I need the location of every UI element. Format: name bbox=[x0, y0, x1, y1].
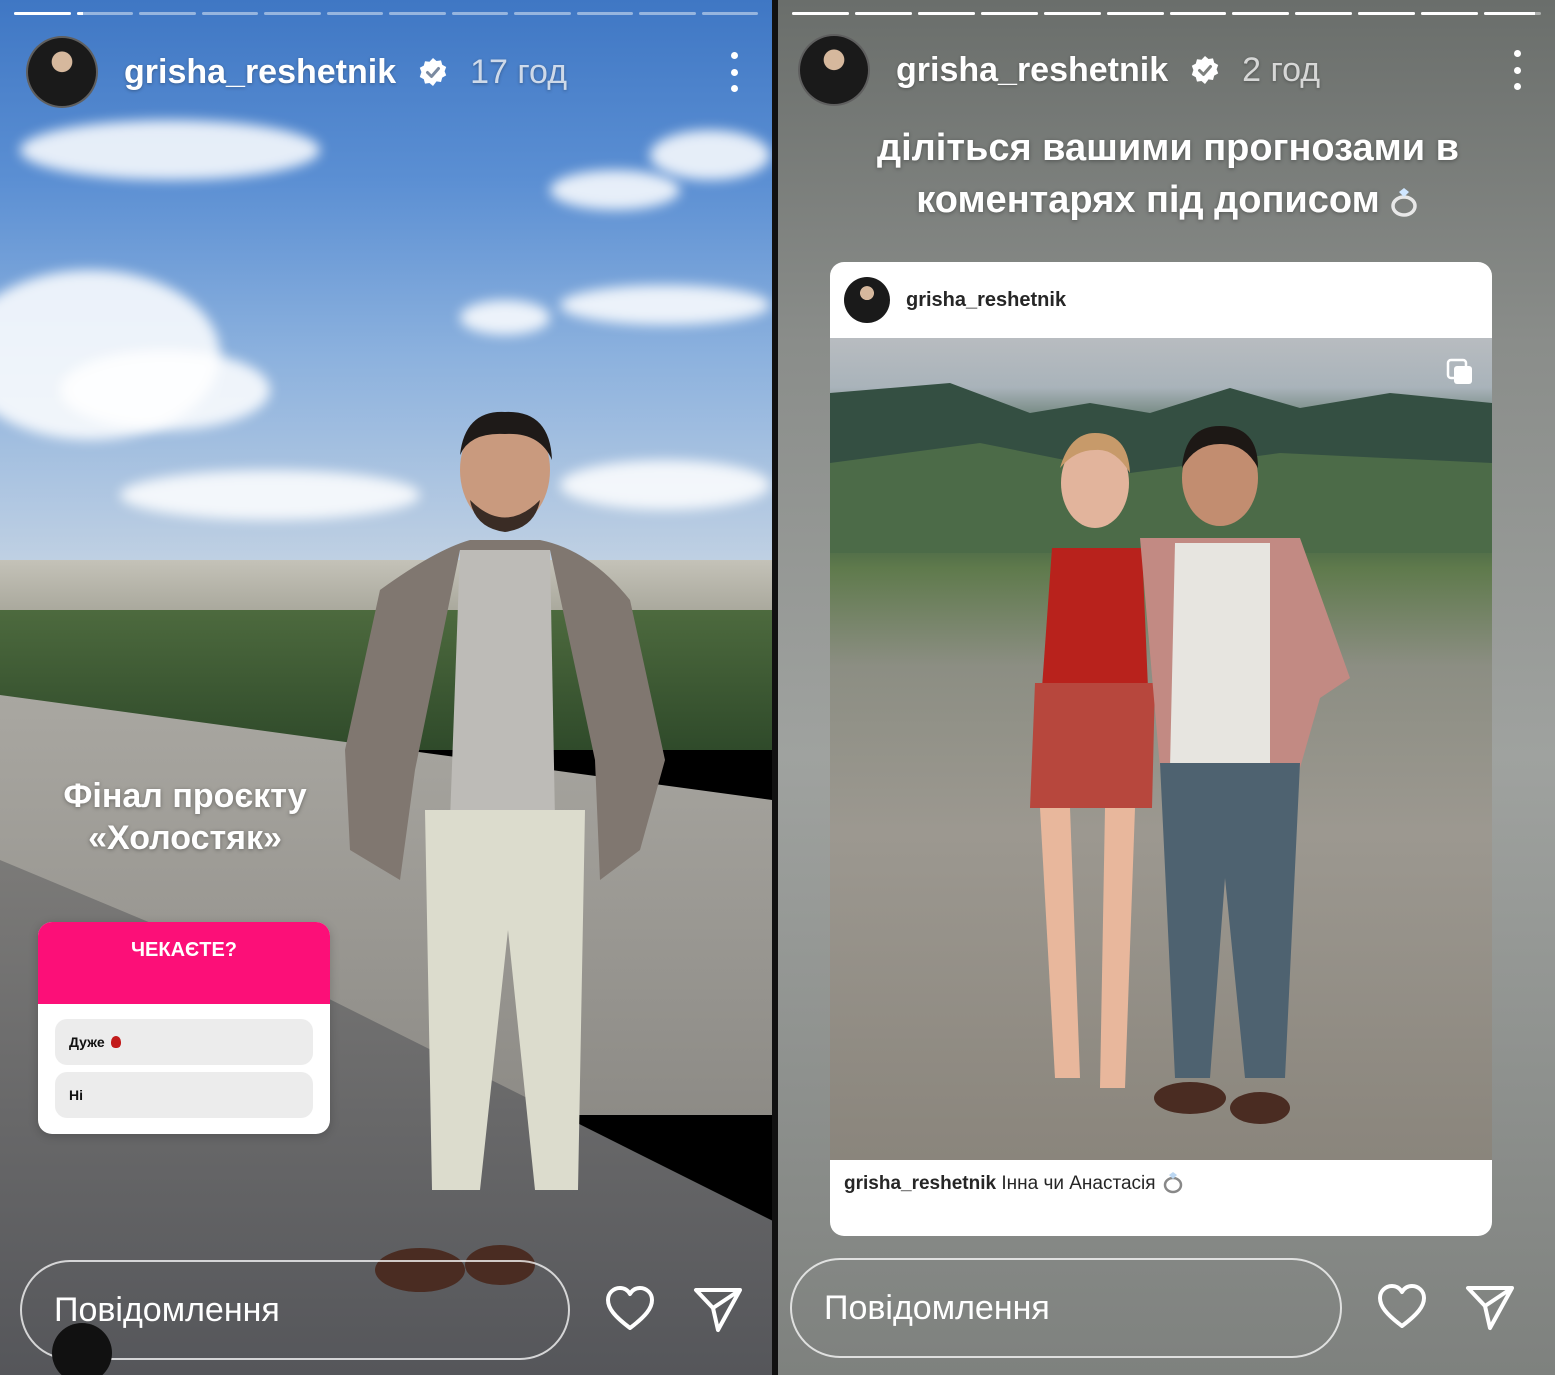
couple bbox=[1030, 426, 1350, 1124]
progress-segment bbox=[1484, 12, 1542, 15]
poll-option-label: Ні bbox=[69, 1087, 83, 1103]
camera-dot bbox=[52, 1323, 112, 1375]
story-progress-bar bbox=[14, 12, 758, 16]
story-header: grisha_reshetnik 17 год bbox=[26, 36, 746, 108]
progress-segment bbox=[1295, 12, 1353, 15]
progress-segment bbox=[139, 12, 196, 15]
progress-segment bbox=[917, 12, 975, 15]
poll-sticker: ЧЕКАЄТЕ? Дуже Ні bbox=[38, 922, 330, 1134]
progress-segment bbox=[326, 12, 383, 15]
story-caption: Фінал проєкту «Холостяк» bbox=[63, 777, 307, 857]
shared-post-card[interactable]: grisha_reshetnik grisha_reshetnik Інна ч… bbox=[830, 262, 1492, 1236]
caption-username: grisha_reshetnik bbox=[844, 1173, 997, 1194]
story-caption-text: діліться вашими прогнозами в коментарях … bbox=[876, 127, 1460, 221]
poll-option-2[interactable]: Ні bbox=[55, 1072, 313, 1118]
story-right[interactable]: grisha_reshetnik 2 год діліться вашими п… bbox=[778, 0, 1555, 1375]
shared-post-avatar bbox=[844, 277, 890, 323]
progress-segment bbox=[14, 12, 71, 15]
progress-segment bbox=[1421, 12, 1479, 15]
progress-segment bbox=[1169, 12, 1227, 15]
story-header: grisha_reshetnik 2 год bbox=[798, 34, 1529, 106]
progress-segment bbox=[201, 12, 258, 15]
more-options-icon[interactable] bbox=[722, 52, 746, 92]
progress-segment bbox=[576, 12, 633, 15]
carousel-icon bbox=[1446, 358, 1472, 384]
progress-segment bbox=[1358, 12, 1416, 15]
post-time: 17 год bbox=[470, 52, 568, 91]
story-progress-bar bbox=[792, 12, 1542, 16]
verified-badge-icon bbox=[419, 58, 447, 86]
message-input[interactable]: Повідомлення bbox=[790, 1258, 1342, 1358]
ring-icon bbox=[1163, 1172, 1183, 1194]
shared-post-caption: grisha_reshetnik Інна чи Анастасія bbox=[844, 1170, 1185, 1195]
poll-option-1[interactable]: Дуже bbox=[55, 1019, 313, 1065]
send-icon[interactable] bbox=[1464, 1282, 1516, 1334]
progress-segment bbox=[1043, 12, 1101, 15]
post-time: 2 год bbox=[1242, 50, 1321, 89]
progress-segment bbox=[76, 12, 133, 15]
progress-segment bbox=[514, 12, 571, 15]
shared-post-username: grisha_reshetnik bbox=[906, 288, 1067, 311]
progress-segment bbox=[1232, 12, 1290, 15]
rose-icon bbox=[110, 1036, 121, 1048]
progress-segment bbox=[451, 12, 508, 15]
story-left[interactable]: grisha_reshetnik 17 год Фінал проєкту «Х… bbox=[0, 0, 772, 1375]
progress-segment bbox=[980, 12, 1038, 15]
poll-question: ЧЕКАЄТЕ? bbox=[38, 922, 330, 1004]
username[interactable]: grisha_reshetnik bbox=[896, 51, 1168, 90]
progress-segment bbox=[639, 12, 696, 15]
avatar[interactable] bbox=[26, 36, 98, 108]
progress-segment bbox=[701, 12, 758, 15]
person bbox=[345, 411, 665, 1292]
heart-icon[interactable] bbox=[1376, 1282, 1428, 1334]
send-icon[interactable] bbox=[692, 1284, 744, 1336]
avatar[interactable] bbox=[798, 34, 870, 106]
story-caption: діліться вашими прогнозами в коментарях … bbox=[818, 122, 1518, 226]
progress-segment bbox=[264, 12, 321, 15]
verified-badge-icon bbox=[1191, 56, 1219, 84]
caption-text: Інна чи Анастасія bbox=[1001, 1173, 1156, 1194]
progress-segment bbox=[1106, 12, 1164, 15]
story-photo bbox=[0, 0, 772, 1375]
progress-segment bbox=[792, 12, 849, 15]
more-options-icon[interactable] bbox=[1505, 50, 1529, 90]
ring-icon bbox=[1391, 188, 1417, 217]
poll-option-label: Дуже bbox=[69, 1034, 105, 1050]
progress-segment bbox=[389, 12, 446, 15]
shared-post-photo bbox=[830, 338, 1492, 1160]
shared-post-header: grisha_reshetnik bbox=[830, 262, 1492, 338]
username[interactable]: grisha_reshetnik bbox=[124, 53, 396, 92]
heart-icon[interactable] bbox=[604, 1284, 656, 1336]
progress-segment bbox=[854, 12, 912, 15]
